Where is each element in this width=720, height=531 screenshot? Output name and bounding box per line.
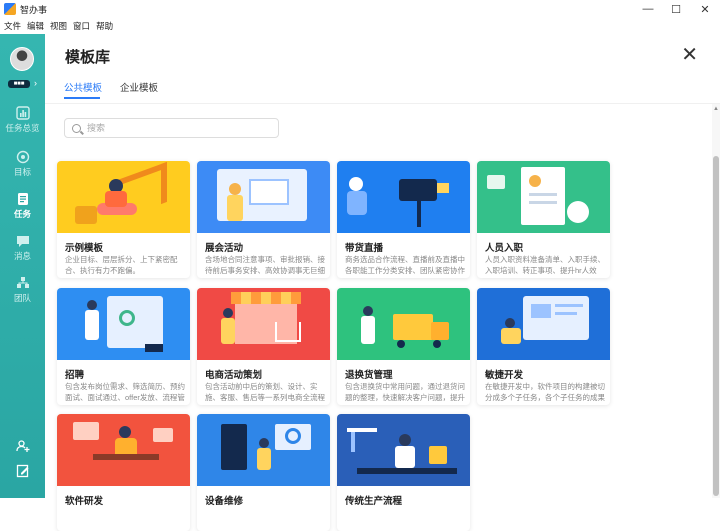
- card-description: 在敏捷开发中，软件项目的构建被切分成多个子任务，各个子任务的成果: [485, 382, 605, 402]
- task-icon: [17, 193, 28, 205]
- card-title: 退换货管理: [345, 370, 393, 381]
- card-illustration: [197, 414, 330, 486]
- card-title: 电商活动策划: [205, 370, 263, 381]
- menu-bar: 文件 编辑 视图 窗口 帮助: [0, 18, 720, 34]
- scroll-up-icon[interactable]: ▲: [713, 106, 719, 112]
- user-name-tag[interactable]: ■■■: [8, 80, 30, 88]
- menu-window[interactable]: 窗口: [73, 20, 90, 32]
- search-icon: [72, 123, 81, 133]
- card-illustration: [197, 161, 330, 233]
- avatar[interactable]: [10, 47, 34, 71]
- maximize-button[interactable]: ☐: [661, 0, 691, 18]
- message-icon: [16, 236, 29, 247]
- card-illustration: [197, 288, 330, 360]
- card-illustration: [337, 288, 470, 360]
- card-illustration: [337, 161, 470, 233]
- card-description: 企业目标、层层拆分、上下紧密配合、执行有力不跑偏。: [65, 255, 178, 275]
- active-tab-indicator: [64, 97, 100, 99]
- menu-help[interactable]: 帮助: [96, 20, 113, 32]
- card-title: 展会活动: [205, 243, 244, 254]
- card-title: 招聘: [65, 370, 85, 381]
- scrollbar-thumb[interactable]: [713, 156, 719, 496]
- sidebar-item-label: 目标: [13, 167, 31, 177]
- divider: [45, 103, 720, 104]
- template-library-panel: 模板库 ✕ 公共模板 企业模板 ▲ 示例模板 企业目标、层层拆分、上下紧密配合、…: [45, 34, 720, 531]
- card-illustration: [477, 288, 610, 360]
- sidebar-item-message[interactable]: 消息: [0, 234, 45, 262]
- template-card-agile[interactable]: 敏捷开发 在敏捷开发中，软件项目的构建被切分成多个子任务，各个子任务的成果: [477, 288, 610, 405]
- target-icon: [16, 150, 29, 164]
- template-card-software-dev[interactable]: 软件研发: [57, 414, 190, 531]
- page-title: 模板库: [65, 49, 111, 66]
- card-title: 示例模板: [65, 243, 104, 254]
- template-card-recruitment[interactable]: 招聘 包含发布岗位需求、筛选简历、预约面试、面试通过、offer发放、流程管理: [57, 288, 190, 405]
- template-card-exhibition[interactable]: 展会活动 含场地合同注意事项、审批报销、接待前后事务安排、高效协调事无巨细: [197, 161, 330, 278]
- menu-view[interactable]: 视图: [50, 20, 67, 32]
- template-card-production[interactable]: 传统生产流程: [337, 414, 470, 531]
- card-illustration: [337, 414, 470, 486]
- sidebar-item-target[interactable]: 目标: [0, 150, 45, 178]
- template-card-maintenance[interactable]: 设备维修: [197, 414, 330, 531]
- add-member-icon: [15, 440, 29, 452]
- sidebar-item-overview[interactable]: 任务总览: [0, 106, 45, 134]
- template-card-ecommerce[interactable]: 电商活动策划 包含活动前中后的策划、设计、实施、客服、售后等一系列电商全流程: [197, 288, 330, 405]
- sidebar-item-task[interactable]: 任务: [0, 192, 45, 220]
- card-title: 传统生产流程: [345, 496, 403, 507]
- search-box[interactable]: [64, 118, 279, 138]
- card-illustration: [57, 288, 190, 360]
- window-title: 智办事: [20, 4, 48, 15]
- title-bar: 智办事 — ☐ ✕: [0, 0, 720, 18]
- close-window-button[interactable]: ✕: [690, 0, 720, 18]
- close-icon[interactable]: ✕: [681, 45, 698, 65]
- sidebar-item-label: 团队: [13, 293, 31, 303]
- menu-edit[interactable]: 编辑: [27, 20, 44, 32]
- menu-file[interactable]: 文件: [4, 20, 21, 32]
- sidebar: ■■■ › 任务总览 目标 任务 消息 团队: [0, 34, 45, 498]
- sidebar-item-team[interactable]: 团队: [0, 276, 45, 304]
- team-icon: [16, 277, 29, 288]
- card-illustration: [57, 161, 190, 233]
- template-card-example[interactable]: 示例模板 企业目标、层层拆分、上下紧密配合、执行有力不跑偏。: [57, 161, 190, 278]
- card-description: 包含发布岗位需求、筛选简历、预约面试、面试通过、offer发放、流程管理: [65, 382, 185, 402]
- search-input[interactable]: [87, 123, 267, 133]
- tab-public-templates[interactable]: 公共模板: [64, 80, 102, 94]
- card-description: 包含退换货中常用问题，通过退货问题的整理，快速解决客户问题，提升满意: [345, 382, 465, 402]
- sidebar-item-label: 任务: [13, 209, 31, 219]
- template-card-onboarding[interactable]: 人员入职 人员入职资料准备清单、入职手续、入职培训、转正事项、提升hr人效: [477, 161, 610, 278]
- card-description: 包含活动前中后的策划、设计、实施、客服、售后等一系列电商全流程: [205, 382, 325, 402]
- card-title: 设备维修: [205, 496, 244, 507]
- edit-icon: [16, 464, 28, 478]
- template-card-returns[interactable]: 退换货管理 包含退换货中常用问题，通过退货问题的整理，快速解决客户问题，提升满意: [337, 288, 470, 405]
- chevron-right-icon[interactable]: ›: [34, 78, 37, 88]
- card-illustration: [57, 414, 190, 486]
- sidebar-item-label: 消息: [13, 251, 31, 261]
- app-logo: [4, 3, 16, 15]
- template-card-live-selling[interactable]: 带货直播 商务选品合作流程、直播前及直播中各职能工作分类安排、团队紧密协作: [337, 161, 470, 278]
- card-title: 人员入职: [485, 243, 524, 254]
- card-description: 商务选品合作流程、直播前及直播中各职能工作分类安排、团队紧密协作: [345, 255, 465, 275]
- card-illustration: [477, 161, 610, 233]
- card-title: 软件研发: [65, 496, 104, 507]
- card-title: 带货直播: [345, 243, 384, 254]
- add-member-button[interactable]: [0, 439, 45, 458]
- edit-button[interactable]: [0, 464, 45, 483]
- minimize-button[interactable]: —: [633, 0, 663, 18]
- card-title: 敏捷开发: [485, 370, 524, 381]
- card-description: 含场地合同注意事项、审批报销、接待前后事务安排、高效协调事无巨细: [205, 255, 325, 275]
- overview-icon: [15, 106, 30, 120]
- sidebar-item-label: 任务总览: [5, 123, 40, 133]
- tab-enterprise-templates[interactable]: 企业模板: [120, 80, 158, 94]
- card-description: 人员入职资料准备清单、入职手续、入职培训、转正事项、提升hr人效: [485, 255, 605, 275]
